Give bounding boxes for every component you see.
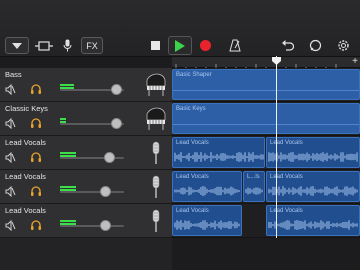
record-button[interactable] xyxy=(196,37,214,54)
play-icon xyxy=(175,39,185,52)
track-view-menu-button[interactable] xyxy=(5,37,29,54)
track-header[interactable]: Lead Vocals xyxy=(0,170,172,204)
playhead[interactable] xyxy=(276,56,277,246)
playhead-handle[interactable] xyxy=(272,57,281,65)
track-name: Bass xyxy=(5,70,22,79)
metronome-button[interactable] xyxy=(226,37,244,54)
track-header[interactable]: Classic Keys xyxy=(0,102,172,136)
mute-speaker-icon[interactable] xyxy=(5,84,16,95)
track-name: Lead Vocals xyxy=(5,172,46,181)
settings-button[interactable] xyxy=(334,37,352,54)
control-bar: FX xyxy=(0,0,360,57)
volume-slider-knob[interactable] xyxy=(100,220,111,231)
region-label: L...ls xyxy=(247,174,260,180)
region-label: Lead Vocals xyxy=(176,208,209,214)
audio-region[interactable]: Lead Vocals xyxy=(172,171,242,202)
track-lane[interactable]: Lead Vocals Lead Vocals xyxy=(172,136,360,170)
midi-region[interactable]: Basic Shaper xyxy=(172,69,360,100)
region-label: Basic Keys xyxy=(176,106,206,112)
track-name: Classic Keys xyxy=(5,104,48,113)
microphone-icon[interactable] xyxy=(145,140,167,166)
mute-speaker-icon[interactable] xyxy=(5,152,16,163)
track-lane[interactable]: Lead Vocals Lead Vocals xyxy=(172,204,360,238)
region-label: Lead Vocals xyxy=(176,174,209,180)
solo-headphones-icon[interactable] xyxy=(30,185,42,197)
loop-icon xyxy=(309,39,321,52)
volume-slider-knob[interactable] xyxy=(104,152,115,163)
solo-headphones-icon[interactable] xyxy=(30,219,42,231)
empty-lane-area xyxy=(172,238,360,270)
stop-icon xyxy=(150,41,160,50)
region-label: Lead Vocals xyxy=(270,174,303,180)
audio-region[interactable]: Lead Vocals xyxy=(266,137,360,168)
region-label: Basic Shaper xyxy=(176,72,212,78)
track-name: Lead Vocals xyxy=(5,138,46,147)
volume-slider[interactable] xyxy=(60,191,124,193)
microphone-icon[interactable] xyxy=(145,174,167,200)
audio-region[interactable]: Lead Vocals xyxy=(266,205,360,236)
metronome-icon xyxy=(229,39,241,52)
audio-region[interactable]: Lead Vocals xyxy=(172,137,265,168)
microphone-icon xyxy=(63,39,71,52)
audio-waveform xyxy=(268,186,358,196)
record-icon xyxy=(199,40,211,51)
track-header[interactable]: Bass xyxy=(0,68,172,102)
gear-icon xyxy=(337,40,349,51)
region-label: Lead Vocals xyxy=(270,140,303,146)
timeline-ruler[interactable]: + xyxy=(172,56,360,70)
midi-notes xyxy=(173,124,359,125)
undo-button[interactable] xyxy=(280,37,296,54)
play-button[interactable] xyxy=(168,36,192,55)
midi-notes xyxy=(173,90,359,91)
volume-slider-knob[interactable] xyxy=(111,118,122,129)
mute-speaker-icon[interactable] xyxy=(5,118,16,129)
track-lane[interactable]: Basic Shaper xyxy=(172,68,360,102)
triangle-down-icon xyxy=(12,42,22,49)
audio-waveform xyxy=(174,220,240,230)
track-header[interactable]: Lead Vocals xyxy=(0,136,172,170)
loop-browser-button[interactable] xyxy=(306,37,324,54)
track-name: Lead Vocals xyxy=(5,206,46,215)
audio-waveform xyxy=(268,152,358,162)
audio-waveform xyxy=(174,186,240,196)
add-section-plus-icon[interactable]: + xyxy=(352,56,358,67)
browser-icon xyxy=(35,40,53,51)
audio-region[interactable]: Lead Vocals xyxy=(266,171,360,202)
midi-region[interactable]: Basic Keys xyxy=(172,103,360,134)
audio-region[interactable]: Lead Vocals xyxy=(172,205,242,236)
region-label: Lead Vocals xyxy=(270,208,303,214)
mute-speaker-icon[interactable] xyxy=(5,220,16,231)
solo-headphones-icon[interactable] xyxy=(30,117,42,129)
undo-icon xyxy=(282,40,294,51)
fx-button[interactable]: FX xyxy=(81,37,103,54)
audio-waveform xyxy=(174,152,264,162)
audio-region[interactable]: L...ls xyxy=(243,171,265,202)
region-label: Lead Vocals xyxy=(176,140,209,146)
audio-waveform xyxy=(268,220,358,230)
browser-button[interactable] xyxy=(33,37,55,54)
volume-slider-knob[interactable] xyxy=(100,186,111,197)
mute-speaker-icon[interactable] xyxy=(5,186,16,197)
volume-slider[interactable] xyxy=(60,225,124,227)
volume-slider-knob[interactable] xyxy=(111,84,122,95)
solo-headphones-icon[interactable] xyxy=(30,151,42,163)
piano-icon[interactable] xyxy=(145,72,167,98)
microphone-icon[interactable] xyxy=(145,208,167,234)
track-lane[interactable]: Lead Vocals L...ls Lead Vocals xyxy=(172,170,360,204)
piano-icon[interactable] xyxy=(145,106,167,132)
fx-label: FX xyxy=(86,40,98,51)
track-header[interactable]: Lead Vocals xyxy=(0,204,172,238)
input-mic-button[interactable] xyxy=(59,37,75,54)
track-lane[interactable]: Basic Keys xyxy=(172,102,360,136)
stop-button[interactable] xyxy=(144,37,166,54)
audio-waveform xyxy=(245,187,263,195)
solo-headphones-icon[interactable] xyxy=(30,83,42,95)
